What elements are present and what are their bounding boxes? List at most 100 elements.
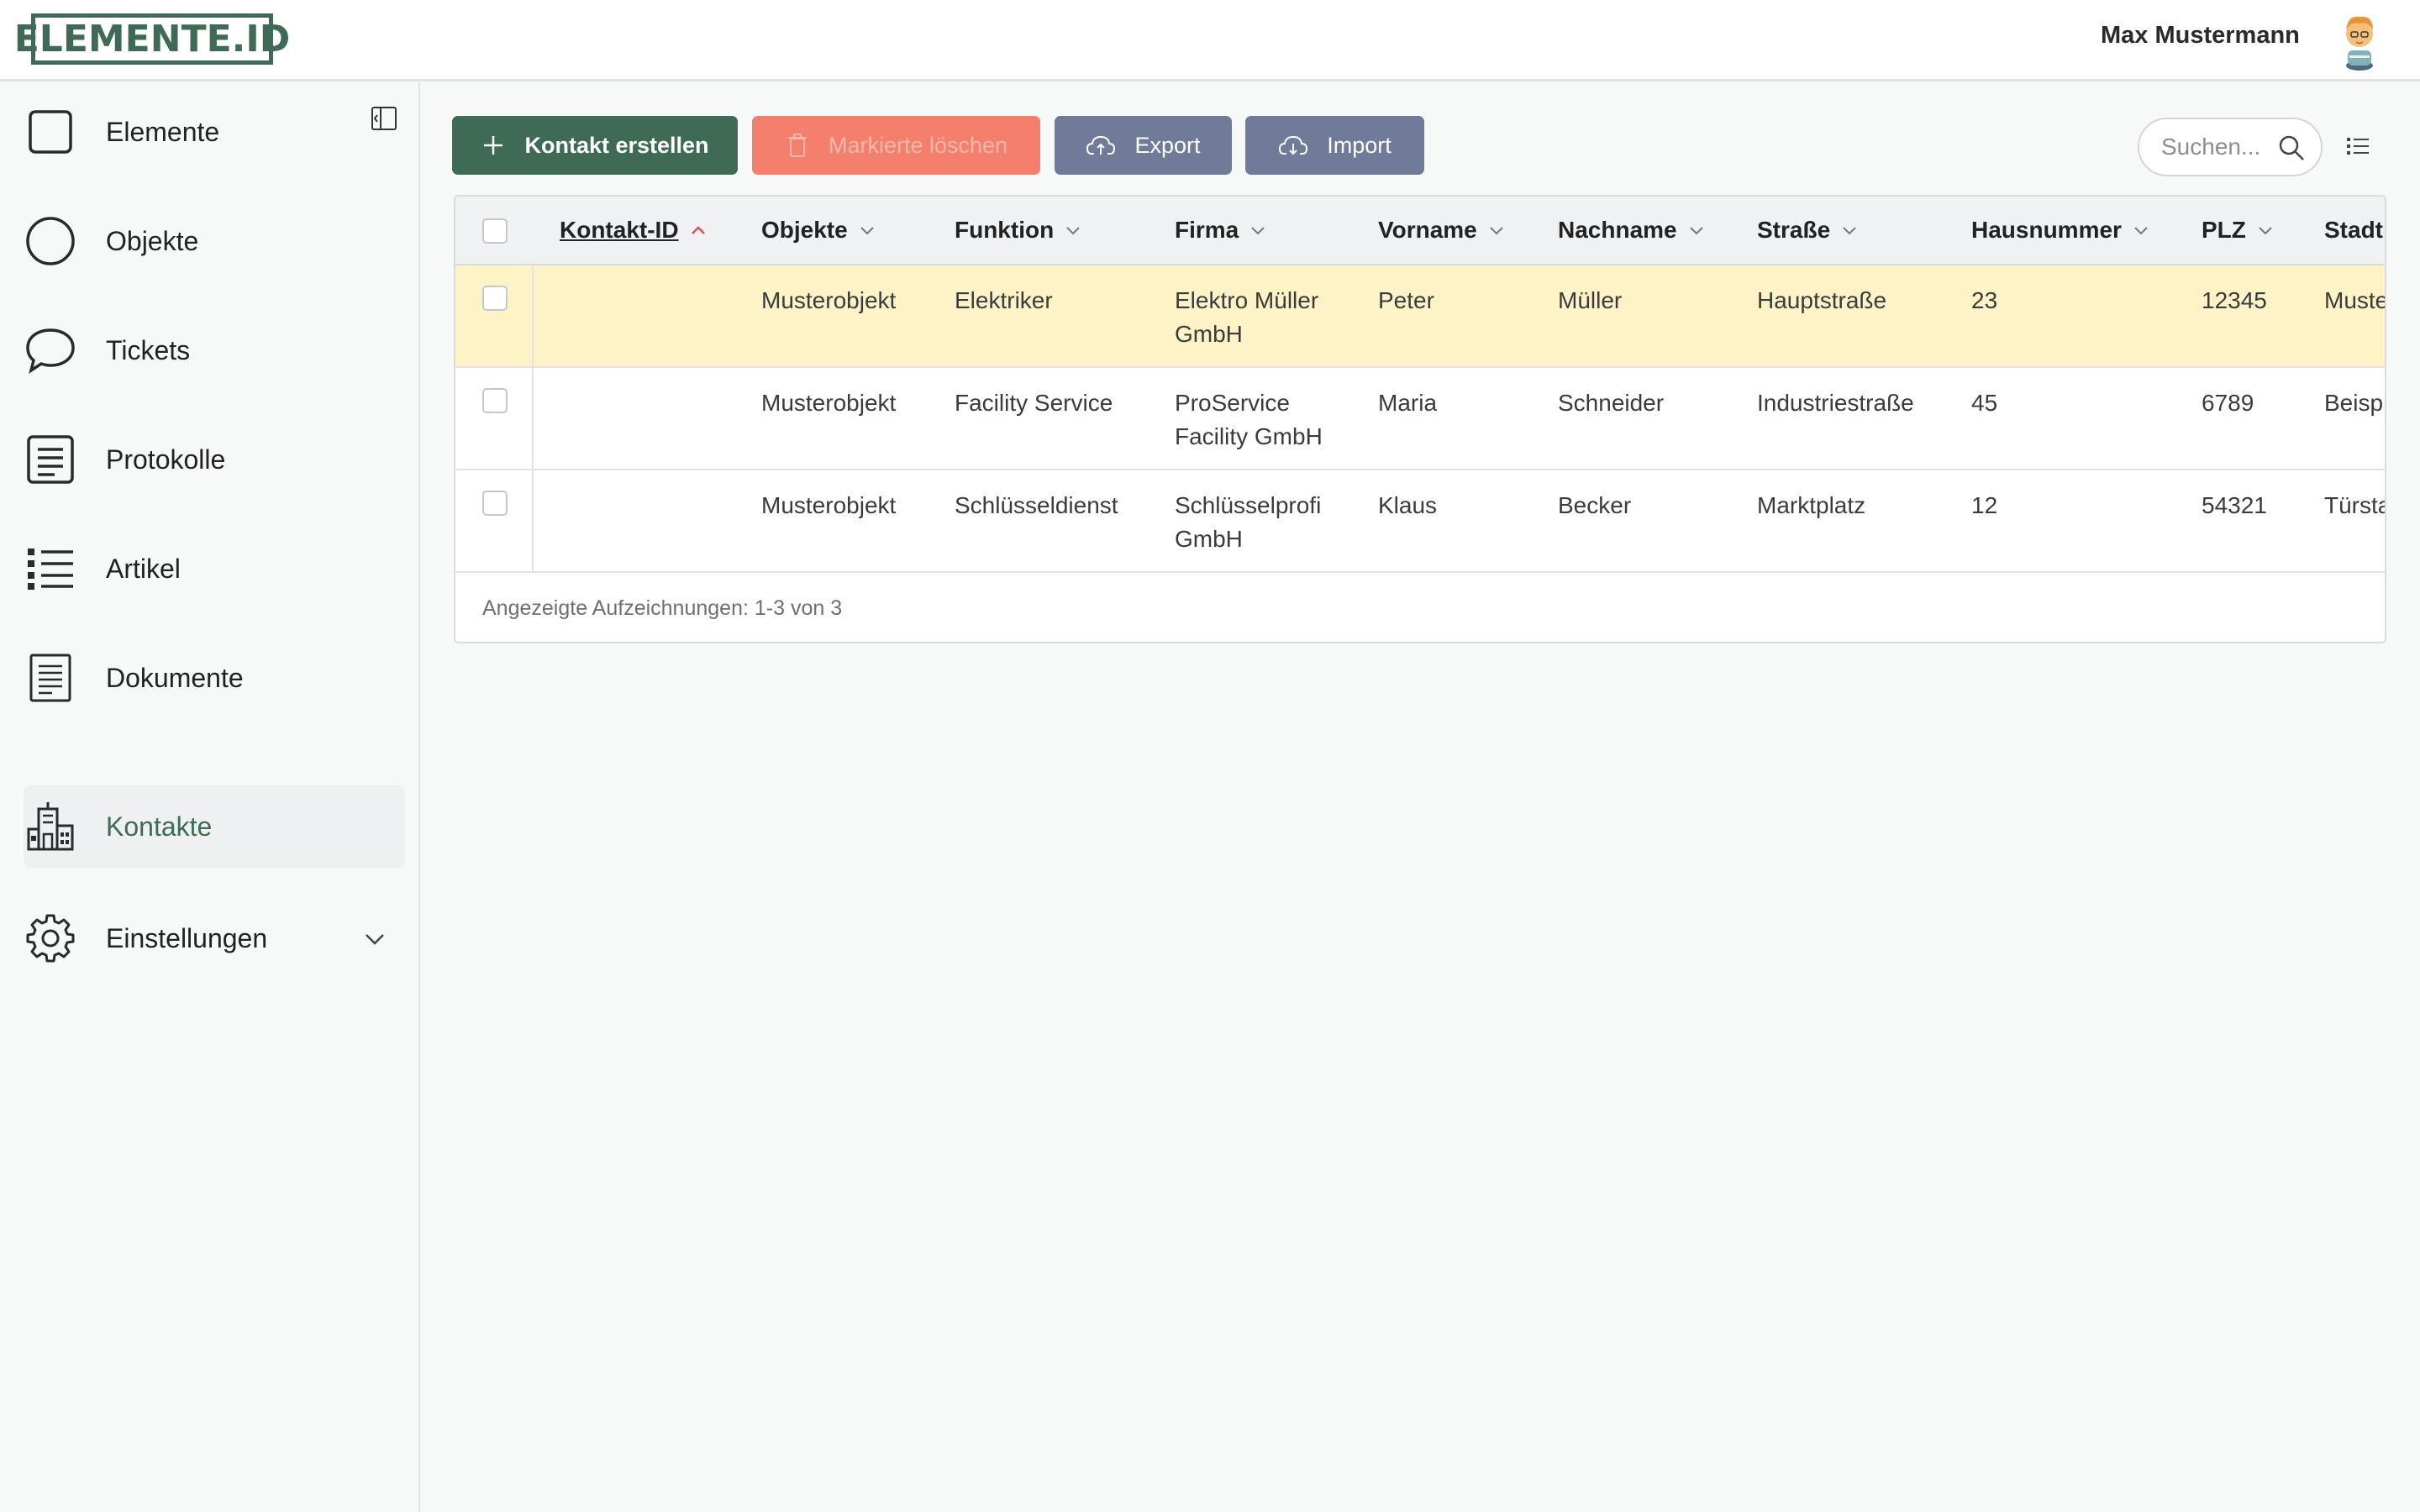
sidebar-item-dokumente[interactable]: Dokumente bbox=[24, 637, 405, 719]
bullet-list-icon bbox=[28, 549, 73, 590]
user-avatar-icon[interactable] bbox=[2336, 8, 2383, 72]
chevron-down-icon bbox=[860, 227, 874, 235]
cell-plz: 12345 bbox=[2202, 287, 2267, 313]
sidebar-item-elemente[interactable]: Elemente bbox=[24, 91, 405, 173]
column-label: Firma bbox=[1175, 217, 1239, 243]
column-label: PLZ bbox=[2202, 217, 2246, 243]
user-name[interactable]: Max Mustermann bbox=[2101, 22, 2300, 50]
cell-stadt: Beisp bbox=[2324, 390, 2384, 416]
column-header-hausnummer[interactable]: Hausnummer bbox=[1971, 217, 2150, 244]
cell-objekte: Musterobjekt bbox=[761, 492, 897, 518]
chevron-down-icon[interactable] bbox=[361, 925, 388, 952]
sidebar-item-label: Artikel bbox=[106, 553, 181, 584]
create-contact-button[interactable]: Kontakt erstellen bbox=[452, 116, 738, 175]
cloud-upload-icon bbox=[1086, 135, 1116, 155]
column-label: Objekte bbox=[761, 217, 848, 243]
cell-stadt: Muste bbox=[2324, 287, 2386, 313]
cell-nachname: Müller bbox=[1558, 287, 1623, 313]
sidebar-item-artikel[interactable]: Artikel bbox=[24, 528, 405, 610]
table-row[interactable]: Musterobjekt Elektriker Elektro Müller G… bbox=[455, 265, 2386, 368]
sidebar-item-kontakte[interactable]: Kontakte bbox=[24, 785, 405, 868]
chevron-down-icon bbox=[1689, 227, 1703, 235]
document-icon bbox=[29, 654, 71, 702]
app-logo[interactable]: ELEMENTE.ID bbox=[14, 13, 290, 65]
import-button[interactable]: Import bbox=[1245, 116, 1424, 175]
sidebar-item-label: Elemente bbox=[106, 116, 220, 147]
sidebar: Elemente Objekte Tickets Protokolle Arti… bbox=[0, 81, 420, 1512]
export-button[interactable]: Export bbox=[1055, 116, 1232, 175]
cell-vorname: Peter bbox=[1378, 287, 1434, 313]
column-header-objekte[interactable]: Objekte bbox=[761, 217, 876, 244]
sidebar-item-tickets[interactable]: Tickets bbox=[24, 309, 405, 391]
delete-selected-label: Markierte löschen bbox=[828, 132, 1008, 158]
create-contact-label: Kontakt erstellen bbox=[524, 132, 709, 158]
cell-vorname: Maria bbox=[1378, 390, 1438, 416]
column-header-vorname[interactable]: Vorname bbox=[1378, 217, 1506, 244]
delete-selected-button[interactable]: Markierte löschen bbox=[752, 116, 1040, 175]
column-label: Vorname bbox=[1378, 217, 1477, 243]
table-row[interactable]: Musterobjekt Schlüsseldienst Schlüsselpr… bbox=[455, 470, 2386, 573]
cell-strasse: Industriestraße bbox=[1757, 390, 1914, 416]
protocol-list-icon bbox=[27, 435, 74, 484]
chevron-down-icon bbox=[1490, 227, 1503, 235]
cell-hausnummer: 45 bbox=[1971, 390, 1998, 416]
search-field[interactable] bbox=[2138, 118, 2323, 176]
row-checkbox-cell bbox=[455, 265, 534, 368]
cell-hausnummer: 12 bbox=[1971, 492, 1998, 518]
cell-vorname: Klaus bbox=[1378, 492, 1438, 518]
chevron-down-icon bbox=[1066, 227, 1080, 235]
table-row[interactable]: Musterobjekt Facility Service ProService… bbox=[455, 368, 2385, 470]
column-header-funktion[interactable]: Funktion bbox=[955, 217, 1082, 244]
row-checkbox[interactable] bbox=[482, 491, 508, 516]
speech-bubble-icon bbox=[26, 328, 75, 374]
row-checkbox[interactable] bbox=[482, 286, 508, 311]
cell-strasse: Hauptstraße bbox=[1757, 287, 1887, 313]
export-label: Export bbox=[1134, 132, 1201, 158]
chevron-down-icon bbox=[2134, 227, 2148, 235]
sort-asc-icon bbox=[691, 226, 705, 234]
table-header: Kontakt-ID Objekte Funktion Firma Vornam… bbox=[455, 197, 2385, 265]
cell-objekte: Musterobjekt bbox=[761, 287, 897, 313]
top-header: ELEMENTE.ID Max Mustermann bbox=[0, 0, 2420, 81]
cell-hausnummer: 23 bbox=[1971, 287, 1998, 313]
sidebar-item-einstellungen[interactable]: Einstellungen bbox=[24, 897, 405, 979]
row-checkbox-cell bbox=[455, 368, 534, 470]
sidebar-item-label: Objekte bbox=[106, 225, 199, 256]
sidebar-item-label: Einstellungen bbox=[106, 922, 268, 953]
plus-icon bbox=[484, 136, 503, 155]
column-header-firma[interactable]: Firma bbox=[1175, 217, 1267, 244]
trash-icon bbox=[787, 134, 807, 157]
cell-objekte: Musterobjekt bbox=[761, 390, 897, 416]
column-header-kontakt-id[interactable]: Kontakt-ID bbox=[560, 217, 708, 244]
column-label: Straße bbox=[1757, 217, 1831, 243]
cell-funktion: Schlüsseldienst bbox=[955, 492, 1118, 518]
chevron-down-icon bbox=[1843, 227, 1856, 235]
select-all-checkbox[interactable] bbox=[482, 218, 508, 244]
cell-strasse: Marktplatz bbox=[1757, 492, 1866, 518]
square-icon bbox=[29, 110, 72, 154]
row-checkbox-cell bbox=[455, 470, 534, 573]
chevron-down-icon bbox=[1251, 227, 1265, 235]
column-list-icon[interactable] bbox=[2344, 133, 2371, 160]
column-label: Hausnummer bbox=[1971, 217, 2122, 243]
column-header-nachname[interactable]: Nachname bbox=[1558, 217, 1706, 244]
row-checkbox[interactable] bbox=[482, 388, 508, 413]
sidebar-item-objekte[interactable]: Objekte bbox=[24, 200, 405, 282]
column-label: Nachname bbox=[1558, 217, 1677, 243]
column-label: Kontakt-ID bbox=[560, 217, 679, 243]
column-header-stadt[interactable]: Stadt bbox=[2324, 217, 2383, 244]
cell-funktion: Facility Service bbox=[955, 390, 1113, 416]
cell-stadt: Türsta bbox=[2324, 492, 2386, 518]
logo-text: ELEMENTE.ID bbox=[13, 18, 291, 60]
sidebar-item-label: Protokolle bbox=[106, 444, 226, 475]
sidebar-item-protokolle[interactable]: Protokolle bbox=[24, 418, 405, 501]
records-count: Angezeigte Aufzeichnungen: 1-3 von 3 bbox=[482, 596, 843, 620]
cell-nachname: Schneider bbox=[1558, 390, 1665, 416]
search-input[interactable] bbox=[2161, 134, 2270, 160]
cell-funktion: Elektriker bbox=[955, 287, 1053, 313]
contacts-table: Kontakt-ID Objekte Funktion Firma Vornam… bbox=[454, 195, 2386, 643]
column-label: Stadt bbox=[2324, 217, 2383, 243]
column-header-plz[interactable]: PLZ bbox=[2202, 217, 2275, 244]
column-header-strasse[interactable]: Straße bbox=[1757, 217, 1859, 244]
search-icon[interactable] bbox=[2277, 134, 2306, 162]
